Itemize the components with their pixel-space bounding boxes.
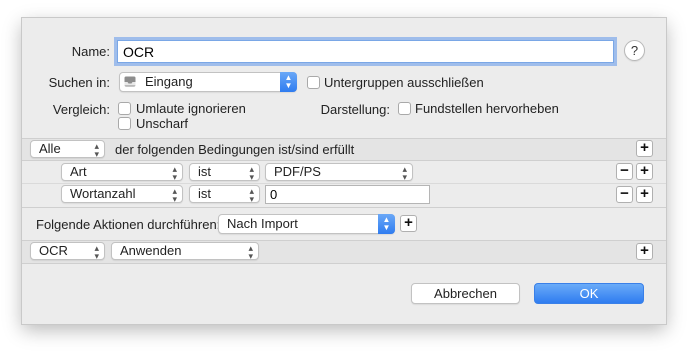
fuzzy-label: Unscharf — [136, 116, 189, 131]
fuzzy-checkbox[interactable] — [118, 117, 131, 130]
chevron-updown-icon: ▴ ▾ — [172, 164, 177, 182]
chevron-updown-icon: ▴ ▾ — [249, 186, 254, 204]
search-in-popup[interactable]: Eingang ▲ ▼ — [119, 72, 297, 92]
add-condition-button[interactable]: + — [636, 140, 653, 157]
add-condition-button[interactable]: + — [636, 186, 653, 203]
ignore-umlauts-label: Umlaute ignorieren — [136, 101, 246, 116]
chevron-updown-icon: ▴ ▾ — [94, 141, 99, 159]
exclude-subgroups-checkbox[interactable] — [307, 76, 320, 89]
highlight-matches-checkbox[interactable] — [398, 102, 411, 115]
chevron-updown-icon: ▴ ▾ — [402, 164, 407, 182]
search-in-value: Eingang — [145, 74, 193, 89]
condition-field-value: Wortanzahl — [70, 186, 136, 201]
condition-operator-value: ist — [198, 164, 211, 179]
chevron-updown-icon: ▲ ▼ — [280, 72, 297, 92]
chevron-updown-icon: ▴ ▾ — [248, 243, 253, 261]
add-condition-button[interactable]: + — [636, 163, 653, 180]
condition-field-popup[interactable]: Art ▴ ▾ — [61, 163, 183, 182]
action-trigger-popup[interactable]: Nach Import ▲ ▼ — [218, 214, 395, 234]
action-mode-value: Anwenden — [120, 243, 182, 258]
chevron-updown-icon: ▴ ▾ — [249, 164, 254, 182]
divider — [22, 160, 666, 161]
condition-operator-popup[interactable]: ist ▴ ▾ — [189, 163, 260, 182]
divider — [22, 207, 666, 208]
add-action-button[interactable]: + — [636, 243, 653, 260]
help-button[interactable]: ? — [624, 40, 645, 61]
condition-field-popup[interactable]: Wortanzahl ▴ ▾ — [61, 185, 183, 204]
remove-condition-button[interactable]: − — [616, 163, 633, 180]
divider — [22, 263, 666, 264]
action-trigger-value: Nach Import — [227, 216, 298, 231]
action-value: OCR — [39, 243, 68, 258]
match-suffix-label: der folgenden Bedingungen ist/sind erfül… — [115, 142, 355, 157]
condition-value: PDF/PS — [274, 164, 321, 179]
chevron-updown-icon: ▴ ▾ — [94, 243, 99, 261]
match-mode-popup[interactable]: Alle ▴ ▾ — [30, 140, 105, 159]
rule-editor-sheet: Name: ? Suchen in: Eingang ▲▼ Untergrupp… — [22, 18, 666, 324]
inbox-icon — [124, 76, 136, 87]
compare-label: Vergleich: — [52, 102, 110, 117]
condition-value-popup[interactable]: PDF/PS ▴ ▾ — [265, 163, 413, 182]
ok-button[interactable]: OK — [534, 283, 644, 304]
ignore-umlauts-checkbox[interactable] — [118, 102, 131, 115]
name-label: Name: — [71, 44, 110, 59]
cancel-button[interactable]: Abbrechen — [411, 283, 520, 304]
condition-value-input[interactable] — [265, 185, 430, 204]
condition-field-value: Art — [70, 164, 87, 179]
search-in-label: Suchen in: — [48, 75, 110, 90]
match-mode-value: Alle — [39, 141, 61, 156]
add-trigger-button[interactable]: + — [400, 215, 417, 232]
divider — [22, 183, 666, 184]
display-label: Darstellung: — [320, 102, 390, 117]
remove-condition-button[interactable]: − — [616, 186, 633, 203]
action-mode-popup[interactable]: Anwenden ▴ ▾ — [111, 242, 259, 261]
action-popup[interactable]: OCR ▴ ▾ — [30, 242, 105, 261]
highlight-matches-label: Fundstellen hervorheben — [415, 101, 559, 116]
chevron-updown-icon: ▴ ▾ — [172, 186, 177, 204]
name-input[interactable] — [117, 40, 614, 63]
condition-operator-popup[interactable]: ist ▴ ▾ — [189, 185, 260, 204]
condition-operator-value: ist — [198, 186, 211, 201]
chevron-updown-icon: ▲ ▼ — [378, 214, 395, 234]
exclude-subgroups-label: Untergruppen ausschließen — [324, 75, 484, 90]
actions-label: Folgende Aktionen durchführen: — [36, 217, 221, 232]
